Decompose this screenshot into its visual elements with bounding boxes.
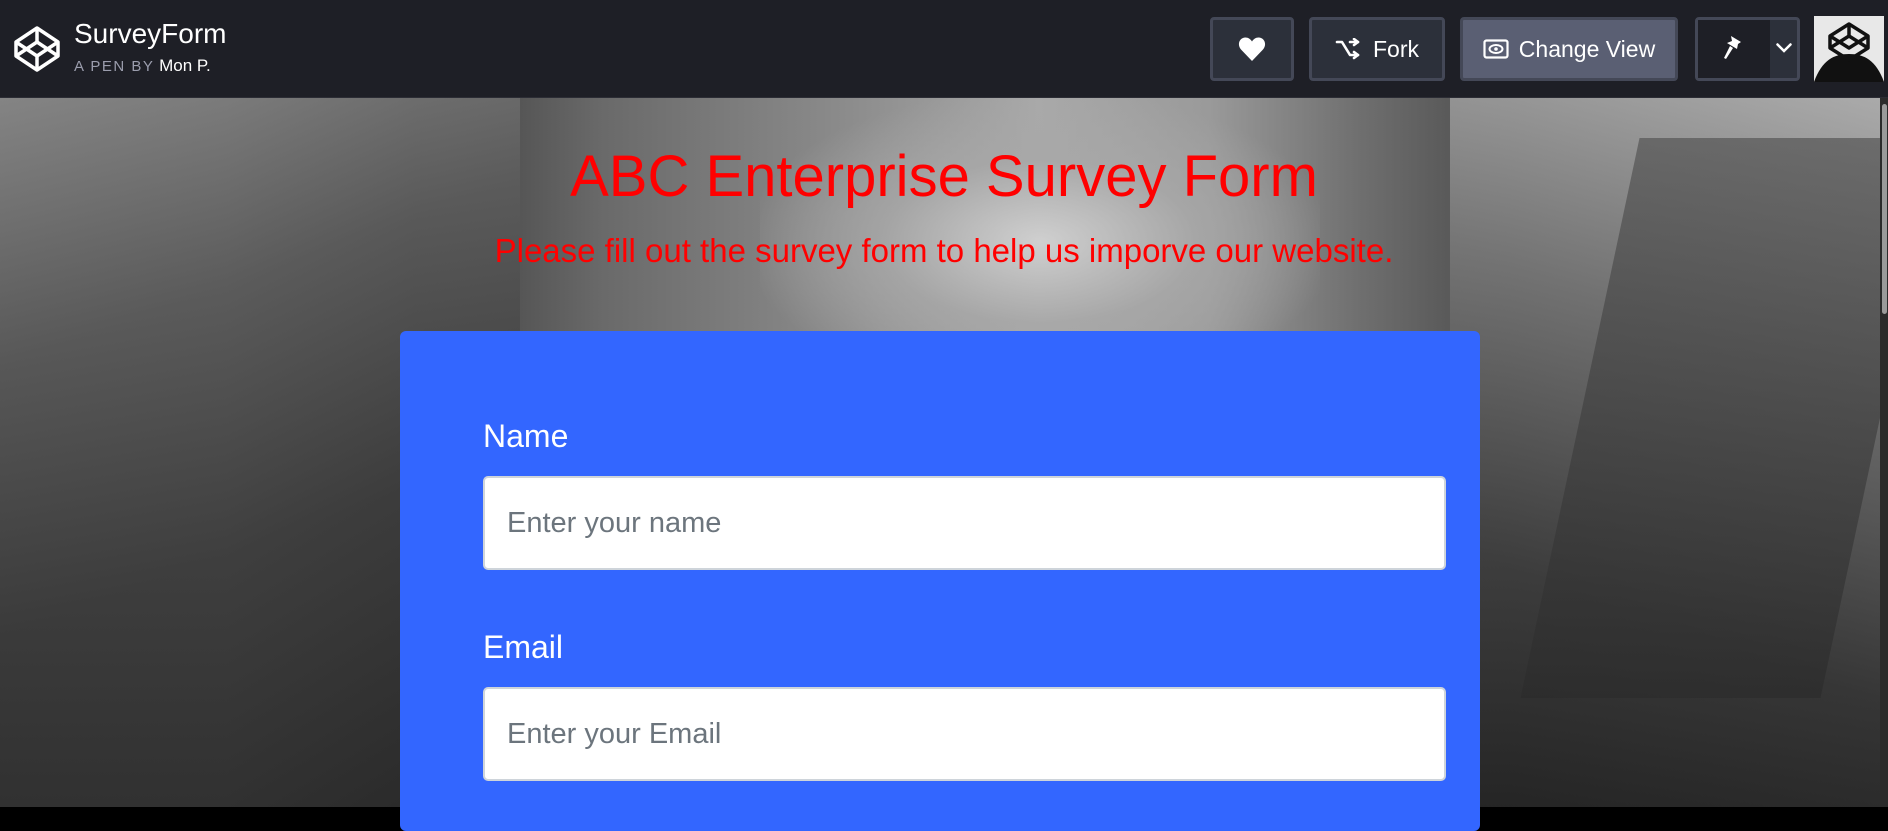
fork-label: Fork [1373, 35, 1419, 62]
survey-form: Name Email [400, 331, 1480, 831]
avatar-icon[interactable] [1814, 16, 1884, 82]
email-input[interactable] [483, 687, 1446, 781]
love-button[interactable] [1210, 17, 1294, 81]
pin-button-group [1695, 17, 1800, 81]
codepen-logo-icon[interactable] [12, 24, 64, 76]
author-link[interactable]: Mon P. [159, 56, 211, 75]
name-label: Name [483, 418, 569, 454]
change-view-button[interactable]: Change View [1460, 17, 1678, 81]
name-input[interactable] [483, 476, 1446, 570]
background-photo-highlight [760, 98, 1320, 338]
codepen-header: SurveyForm A PEN BY Mon P. Fork Change V… [0, 0, 1888, 98]
pin-menu-toggle[interactable] [1770, 20, 1797, 78]
pen-title[interactable]: SurveyForm [74, 16, 226, 52]
pin-button[interactable] [1698, 20, 1770, 78]
byline-prefix: A PEN BY [74, 58, 155, 75]
email-label: Email [483, 629, 564, 665]
change-view-label: Change View [1518, 35, 1656, 62]
pin-icon [1722, 34, 1746, 65]
fork-icon [1335, 38, 1373, 60]
survey-title: ABC Enterprise Survey Form [570, 144, 1318, 209]
scrollbar-thumb[interactable] [1882, 104, 1887, 314]
survey-description: Please fill out the survey form to help … [494, 232, 1394, 269]
pen-byline: A PEN BY Mon P. [74, 55, 211, 78]
eye-icon [1483, 39, 1519, 59]
heart-icon [1238, 36, 1266, 62]
chevron-down-icon [1775, 40, 1792, 58]
fork-button[interactable]: Fork [1309, 17, 1445, 81]
